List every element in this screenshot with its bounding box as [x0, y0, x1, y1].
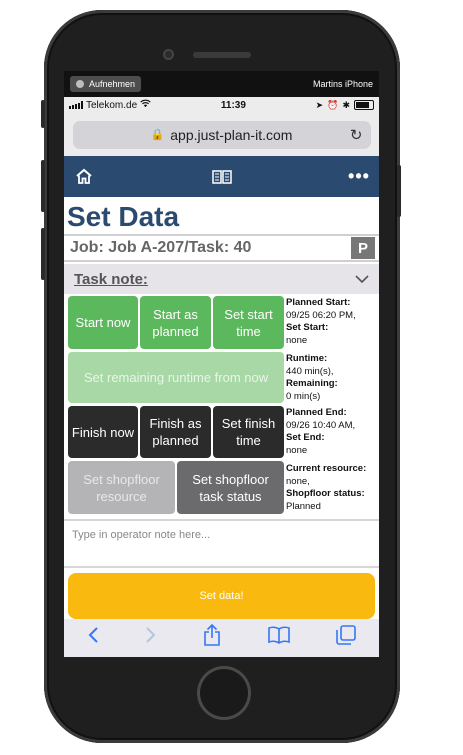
current-resource-value: none,	[286, 475, 310, 487]
planned-end-value: 09/26 10:40 AM,	[286, 419, 356, 431]
clock: 11:39	[220, 99, 246, 111]
set-remaining-runtime-button[interactable]: Set remaining runtime from now	[68, 352, 284, 403]
safari-toolbar	[64, 619, 379, 657]
start-as-planned-button[interactable]: Start as planned	[140, 296, 211, 349]
runtime-value: 440 min(s),	[286, 365, 334, 377]
set-end-label: Set End:	[286, 432, 325, 443]
front-camera	[163, 49, 174, 60]
remaining-label: Remaining:	[286, 378, 338, 389]
address-bar[interactable]: 🔒 app.just-plan-it.com ↻	[72, 120, 371, 149]
volume-down-button	[41, 228, 45, 280]
record-dot-icon	[76, 80, 84, 88]
chevron-down-icon	[355, 271, 369, 288]
set-finish-time-button[interactable]: Set finish time	[213, 406, 284, 458]
mute-switch	[41, 100, 45, 128]
tabs-icon[interactable]	[336, 625, 356, 651]
location-icon: ➤	[315, 99, 324, 110]
set-end-value: none	[286, 444, 308, 456]
browser-address-area: 🔒 app.just-plan-it.com ↻	[64, 113, 379, 156]
remaining-value: 0 min(s)	[286, 390, 321, 402]
shopfloor-status-label: Shopfloor status:	[286, 488, 365, 499]
book-icon[interactable]	[211, 167, 232, 187]
runtime-label: Runtime:	[286, 353, 328, 364]
set-start-label: Set Start:	[286, 322, 329, 333]
finish-as-planned-button[interactable]: Finish as planned	[140, 406, 211, 458]
finish-now-button[interactable]: Finish now	[68, 406, 138, 458]
back-icon[interactable]	[87, 626, 99, 650]
volume-up-button	[41, 160, 45, 212]
job-label: Job: Job A-207/Task: 40	[70, 239, 252, 256]
end-info: Planned End: 09/26 10:40 AM, Set End: no…	[286, 407, 378, 457]
set-start-time-button[interactable]: Set start time	[213, 296, 284, 349]
page-title: Set Data	[67, 201, 180, 232]
planned-start-label: Planned Start:	[286, 297, 351, 308]
resource-info: Current resource: none, Shopfloor status…	[286, 463, 378, 513]
record-button[interactable]: Aufnehmen	[70, 76, 142, 92]
task-note-toggle[interactable]: Task note:	[64, 264, 379, 294]
planned-start-value: 09/25 06:20 PM,	[286, 309, 356, 321]
url-text: app.just-plan-it.com	[170, 126, 293, 143]
app-navbar: •••	[64, 156, 379, 197]
priority-badge[interactable]: P	[351, 237, 375, 259]
share-icon[interactable]	[203, 623, 221, 652]
home-button[interactable]	[197, 666, 251, 720]
bluetooth-icon: ✱	[342, 99, 350, 110]
set-shopfloor-task-status-button[interactable]: Set shopfloor task status	[177, 461, 284, 514]
start-info: Planned Start: 09/25 06:20 PM, Set Start…	[286, 297, 378, 347]
shopfloor-status-value: Planned	[286, 500, 321, 512]
set-data-button[interactable]: Set data!	[68, 573, 375, 619]
alarm-icon: ⏰	[327, 99, 339, 110]
runtime-info: Runtime: 440 min(s), Remaining: 0 min(s)	[286, 353, 378, 403]
wifi-icon	[140, 99, 151, 111]
carrier-name: Telekom.de	[86, 99, 138, 111]
job-info: Job: Job A-207/Task: 40 P	[64, 234, 379, 262]
earpiece-speaker	[193, 52, 251, 58]
recording-bar: Aufnehmen Martins iPhone	[64, 71, 379, 97]
device-name: Martins iPhone	[312, 79, 373, 89]
signal-icon	[69, 101, 83, 109]
set-shopfloor-resource-button[interactable]: Set shopfloor resource	[68, 461, 175, 514]
set-start-value: none	[286, 334, 308, 346]
start-now-button[interactable]: Start now	[68, 296, 138, 349]
ios-status-bar: Telekom.de 11:39 ➤ ⏰ ✱	[64, 97, 379, 113]
record-label: Aufnehmen	[89, 79, 136, 89]
current-resource-label: Current resource:	[286, 463, 367, 474]
action-grid: Start now Start as planned Set start tim…	[64, 296, 379, 516]
reload-icon[interactable]: ↻	[350, 126, 363, 144]
task-note-label: Task note:	[74, 270, 148, 288]
battery-icon	[353, 100, 374, 110]
operator-note-input[interactable]: Type in operator note here...	[64, 519, 379, 568]
phone-screen: Aufnehmen Martins iPhone Telekom.de 11:3…	[64, 71, 379, 657]
bookmarks-icon[interactable]	[267, 626, 290, 650]
planned-end-label: Planned End:	[286, 407, 347, 418]
forward-icon[interactable]	[145, 626, 157, 650]
power-button	[397, 165, 401, 217]
lock-icon: 🔒	[150, 129, 165, 141]
home-icon[interactable]	[74, 167, 94, 187]
more-icon[interactable]: •••	[348, 166, 369, 187]
